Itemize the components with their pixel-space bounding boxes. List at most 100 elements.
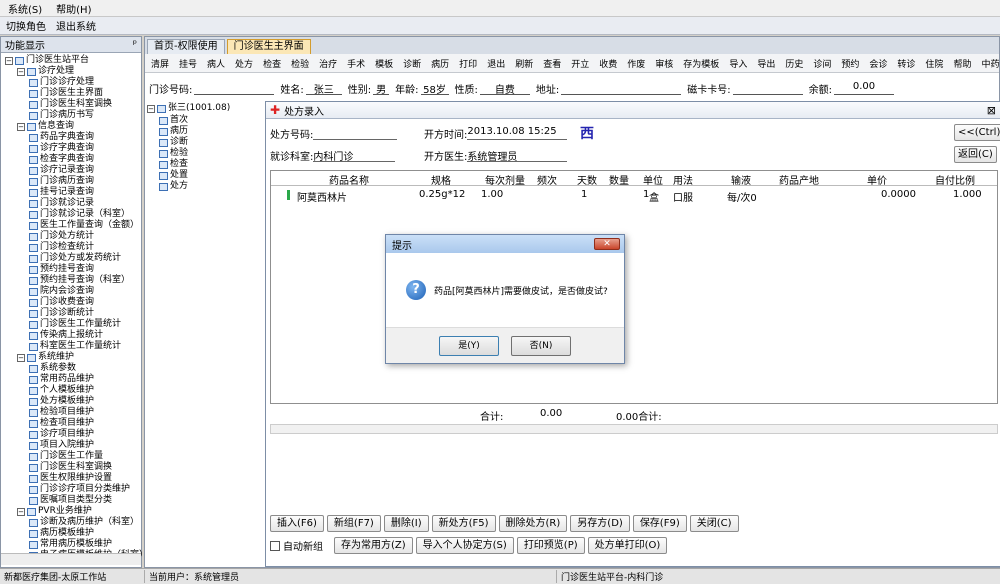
yes-button[interactable]: 是(Y) (439, 335, 499, 356)
toolbar-button[interactable]: 治疗 (319, 57, 337, 70)
collapse-toggle-icon[interactable]: − (147, 104, 155, 113)
cell-dose[interactable]: 1.00 (481, 189, 503, 200)
cell-usage[interactable]: 口服 (673, 189, 693, 204)
tree-item[interactable]: 医生权限维护设置 (29, 473, 112, 484)
cell-ratio[interactable]: 1.000 (953, 189, 982, 200)
toolbar-button[interactable]: 转诊 (897, 57, 915, 70)
presc-no-field[interactable] (313, 126, 398, 140)
clinic-no-field[interactable] (194, 81, 275, 95)
patient-tree-item[interactable]: 检查 (159, 159, 188, 170)
gender-field[interactable]: 男 (373, 81, 390, 96)
toolbar-button[interactable]: 模板 (375, 57, 393, 70)
print-button[interactable]: 处方单打印(O) (587, 537, 668, 554)
type-field[interactable]: 自费 (479, 81, 530, 96)
tree-item[interactable]: − 信息查询 (17, 121, 74, 132)
tree-item[interactable]: 门诊诊断统计 (29, 308, 94, 319)
card-field[interactable] (732, 81, 803, 95)
tab-home[interactable]: 首页-权限使用 (147, 39, 225, 54)
no-button[interactable]: 否(N) (511, 335, 571, 356)
tree-item[interactable]: − PVR业务维护 (17, 506, 92, 517)
toolbar-button[interactable]: 审核 (655, 57, 673, 70)
print-button[interactable]: 打印预览(P) (516, 537, 585, 554)
grid-column-header[interactable]: 规格 (431, 172, 451, 187)
tree-item[interactable]: 系统参数 (29, 363, 76, 374)
switch-role-button[interactable]: 切换角色 (6, 18, 46, 33)
toolbar-button[interactable]: 导出 (757, 57, 775, 70)
tree-item[interactable]: − 门诊医生站平台 (5, 55, 89, 66)
tree-item[interactable]: 诊断及病历维护（科室） (29, 517, 139, 528)
toolbar-button[interactable]: 挂号 (179, 57, 197, 70)
toolbar-button[interactable]: 存为模板 (683, 57, 719, 70)
tree-item[interactable]: 诊疗项目维护 (29, 429, 94, 440)
tree-item[interactable]: 传染病上报统计 (29, 330, 103, 341)
tree-item[interactable]: 门诊病历书写 (29, 110, 94, 121)
toolbar-button[interactable]: 开立 (571, 57, 589, 70)
toolbar-button[interactable]: 诊间 (813, 57, 831, 70)
presc-doctor-field[interactable]: 系统管理员 (467, 148, 568, 163)
toolbar-button[interactable]: 会诊 (869, 57, 887, 70)
cell-name[interactable]: 阿莫西林片 (297, 189, 347, 204)
dialog-close-button[interactable]: ✕ (594, 238, 620, 250)
cell-days[interactable]: 1 (581, 189, 587, 200)
tree-item[interactable]: 预约挂号查询（科室） (29, 275, 130, 286)
cell-price[interactable]: 0.0000 (881, 189, 916, 200)
tree-item[interactable]: 院内会诊查询 (29, 286, 94, 297)
toolbar-button[interactable]: 作废 (627, 57, 645, 70)
toolbar-button[interactable]: 手术 (347, 57, 365, 70)
tree-hscrollbar[interactable] (1, 553, 141, 565)
grid-column-header[interactable]: 药品名称 (329, 172, 369, 187)
toolbar-button[interactable]: 病人 (207, 57, 225, 70)
toolbar-button[interactable]: 预约 (841, 57, 859, 70)
cell-unit[interactable]: 盒 (649, 189, 659, 204)
toolbar-button[interactable]: 检验 (291, 57, 309, 70)
toolbar-button[interactable]: 查看 (543, 57, 561, 70)
patient-tree-root[interactable]: − 张三(1001.08) (147, 103, 230, 114)
toolbar-button[interactable]: 打印 (459, 57, 477, 70)
tree-item[interactable]: 挂号记录查询 (29, 187, 94, 198)
tree-item[interactable]: 门诊收费查询 (29, 297, 94, 308)
toolbar-button[interactable]: 刷新 (515, 57, 533, 70)
tree-item[interactable]: − 诊疗处理 (17, 66, 74, 77)
toolbar-button[interactable]: 中药HER病历 (981, 57, 1000, 70)
tree-item[interactable]: 门诊处方或发药统计 (29, 253, 121, 264)
table-row[interactable]: 阿莫西林片 0.25g*12 1.00 1 1 盒口服 每/次0 0.0000 1.000 (271, 188, 997, 204)
grid-column-header[interactable]: 自付比例 (935, 172, 975, 187)
toolbar-button[interactable]: 导入 (729, 57, 747, 70)
grid-column-header[interactable]: 数量 (609, 172, 629, 187)
tree-item[interactable]: 门诊医生科室调换 (29, 99, 112, 110)
edit-button[interactable]: 删除处方(R) (498, 515, 568, 532)
close-icon[interactable]: ⊠ (987, 104, 996, 117)
tree-item[interactable]: 门诊病历查询 (29, 176, 94, 187)
edit-button[interactable]: 另存方(D) (570, 515, 630, 532)
tree-item[interactable]: 病历模板维护 (29, 528, 94, 539)
grid-column-header[interactable]: 单价 (867, 172, 887, 187)
toolbar-button[interactable]: 退出 (487, 57, 505, 70)
pin-icon[interactable]: ᵖ (133, 39, 137, 50)
tree-item[interactable]: 个人模板维护 (29, 385, 94, 396)
tree-item[interactable]: 项目入院维护 (29, 440, 94, 451)
collapse-toggle-icon[interactable]: − (5, 56, 13, 65)
patient-tree-item[interactable]: 首次 (159, 115, 188, 126)
tree-item[interactable]: 医生工作量查询（金额） (29, 220, 139, 231)
nav-prev-button[interactable]: <<(Ctrl) (954, 124, 1000, 141)
toolbar-button[interactable]: 历史 (785, 57, 803, 70)
tree-item[interactable]: 门诊医生工作量 (29, 451, 103, 462)
edit-button[interactable]: 新组(F7) (326, 515, 381, 532)
grid-column-header[interactable]: 输液 (731, 172, 751, 187)
menu-help[interactable]: 帮助(H) (56, 1, 91, 16)
tree-item[interactable]: 检查项目维护 (29, 418, 94, 429)
tree-item[interactable]: 诊疗记录查询 (29, 165, 94, 176)
grid-hscrollbar[interactable] (270, 424, 998, 434)
cell-iv[interactable]: 每/次0 (727, 189, 757, 204)
presc-dept-field[interactable]: 内科门诊 (313, 148, 396, 163)
tree-item[interactable]: 门诊诊疗项目分类维护 (29, 484, 130, 495)
edit-button[interactable]: 删除(I) (383, 515, 429, 532)
grid-column-header[interactable]: 用法 (673, 172, 693, 187)
tree-item[interactable]: 门诊医生科室调换 (29, 462, 112, 473)
collapse-toggle-icon[interactable]: − (17, 507, 25, 516)
toolbar-button[interactable]: 收费 (599, 57, 617, 70)
tree-item[interactable]: 门诊医生主界面 (29, 88, 103, 99)
patient-tree-item[interactable]: 病历 (159, 126, 188, 137)
age-field[interactable]: 58岁 (420, 81, 449, 96)
toolbar-button[interactable]: 诊断 (403, 57, 421, 70)
